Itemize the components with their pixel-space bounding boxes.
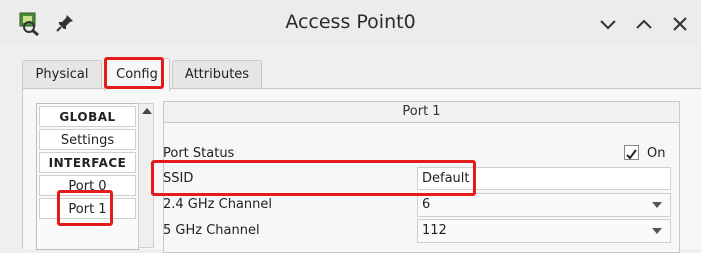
channel-24-select[interactable]: 6: [417, 193, 671, 217]
ssid-highlight: [151, 160, 476, 196]
port-status-label: Port Status: [163, 146, 235, 161]
nav-list: GLOBAL Settings INTERFACE Port 0 Port 1: [36, 103, 139, 250]
config-tab-highlight: [104, 57, 164, 89]
tab-physical[interactable]: Physical: [22, 60, 102, 89]
scroll-up-icon[interactable]: [142, 108, 152, 114]
nav-header-global: GLOBAL: [39, 106, 136, 127]
nav-header-interface: INTERFACE: [39, 152, 136, 173]
channel-5-label: 5 GHz Channel: [163, 223, 260, 238]
window-title: Access Point0: [285, 11, 416, 33]
channel-24-value: 6: [422, 197, 431, 212]
checkmark-icon: [626, 149, 637, 160]
port-status-checkbox[interactable]: [624, 145, 639, 160]
port-status-on-label: On: [647, 146, 666, 161]
close-icon[interactable]: [669, 13, 691, 35]
panel-header: Port 1: [164, 102, 679, 123]
chevron-down-icon: [652, 202, 662, 208]
port1-highlight: [57, 190, 113, 226]
chevron-down-icon: [652, 228, 662, 234]
channel-24-label: 2.4 GHz Channel: [163, 197, 272, 212]
chevron-up-icon[interactable]: [633, 13, 655, 35]
channel-5-select[interactable]: 112: [417, 219, 671, 243]
tab-attributes[interactable]: Attributes: [172, 60, 262, 89]
channel-5-value: 112: [422, 223, 447, 238]
nav-item-settings[interactable]: Settings: [39, 129, 136, 150]
title-bar: Access Point0: [0, 0, 701, 46]
chevron-down-icon[interactable]: [597, 13, 619, 35]
access-point-window: Access Point0 Physical Config Attributes…: [0, 0, 701, 253]
